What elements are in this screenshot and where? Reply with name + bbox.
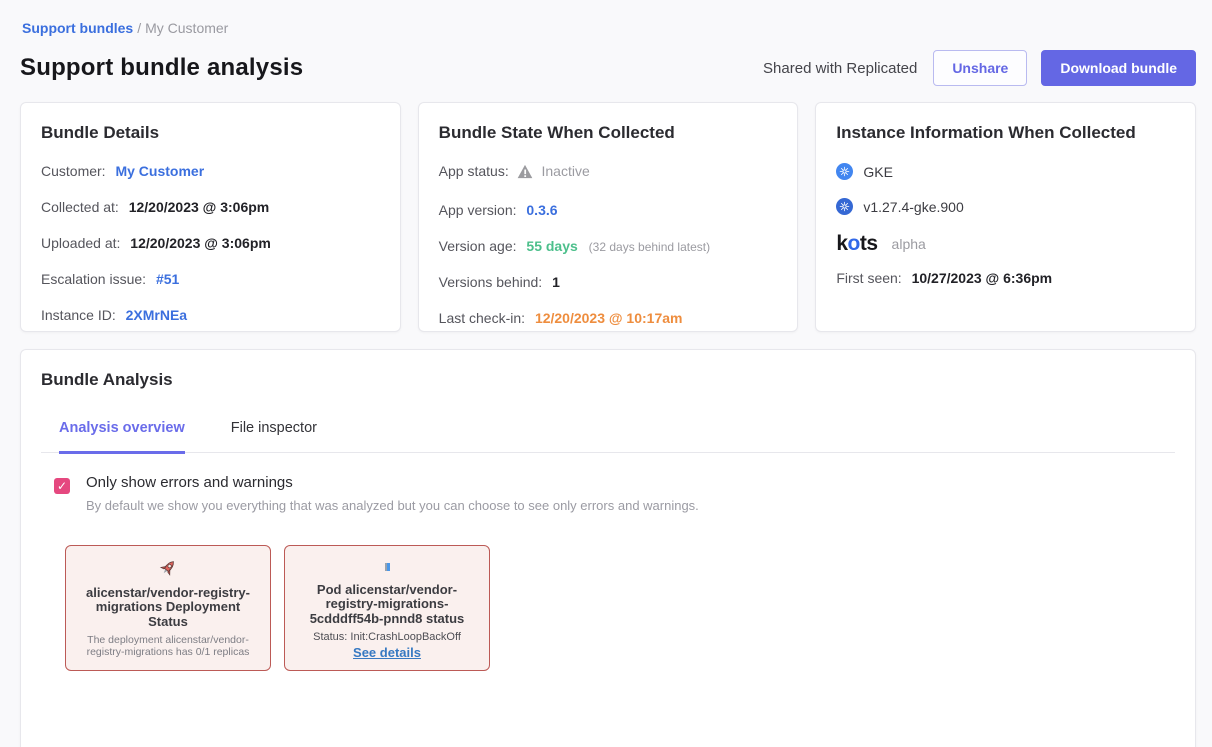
support-bundle-page: Support bundles/My Customer Support bund…: [0, 0, 1212, 747]
analysis-tabs: Analysis overview File inspector: [41, 420, 1175, 453]
filter-description: By default we show you everything that w…: [86, 498, 699, 513]
versions-behind-value: 1: [552, 274, 560, 290]
see-details-link[interactable]: See details: [353, 645, 421, 660]
bundle-state-title: Bundle State When Collected: [439, 123, 778, 143]
instance-info-title: Instance Information When Collected: [836, 123, 1175, 143]
page-title: Support bundle analysis: [20, 54, 303, 82]
k8s-version-row: v1.27.4-gke.900: [836, 198, 1175, 215]
page-header: Support bundle analysis Shared with Repl…: [20, 50, 1196, 86]
collected-at-value: 12/20/2023 @ 3:06pm: [129, 199, 270, 215]
last-checkin-row: Last check-in: 12/20/2023 @ 10:17am: [439, 310, 778, 326]
instance-id-link[interactable]: 2XMrNEa: [126, 307, 187, 323]
collected-at-label: Collected at:: [41, 199, 119, 215]
escalation-issue-label: Escalation issue:: [41, 271, 146, 287]
instance-id-row: Instance ID: 2XMrNEa: [41, 307, 380, 323]
filter-label: Only show errors and warnings: [86, 474, 699, 491]
warning-title: alicenstar/vendor-registry-migrations De…: [78, 586, 258, 629]
bundle-state-card: Bundle State When Collected App status: …: [418, 102, 799, 332]
unshare-button[interactable]: Unshare: [933, 50, 1027, 86]
breadcrumb-separator: /: [133, 20, 145, 36]
rocket-icon: [158, 556, 178, 580]
version-age-value: 55 days: [526, 238, 577, 254]
pod-status-warning-card: Pod alicenstar/vendor-registry-migration…: [284, 545, 490, 671]
app-status-label: App status:: [439, 163, 509, 179]
app-version-row: App version: 0.3.6: [439, 202, 778, 218]
breadcrumb-current: My Customer: [145, 20, 228, 36]
k8s-version-value: v1.27.4-gke.900: [863, 199, 963, 215]
version-age-label: Version age:: [439, 238, 517, 254]
gke-kubernetes-icon: [836, 163, 853, 180]
tab-analysis-overview[interactable]: Analysis overview: [59, 420, 185, 454]
first-seen-value: 10/27/2023 @ 6:36pm: [912, 270, 1053, 286]
app-status-value: Inactive: [542, 163, 590, 179]
escalation-issue-link[interactable]: #51: [156, 271, 179, 287]
app-status-row: App status: Inactive: [439, 163, 778, 182]
warning-description: The deployment alicenstar/vendor-registr…: [78, 634, 258, 658]
first-seen-label: First seen:: [836, 270, 901, 286]
bundle-analysis-card: Bundle Analysis Analysis overview File i…: [20, 349, 1196, 747]
distribution-row: GKE: [836, 163, 1175, 180]
errors-warnings-filter: ✓ Only show errors and warnings By defau…: [41, 474, 1175, 513]
download-bundle-button[interactable]: Download bundle: [1041, 50, 1196, 86]
distribution-value: GKE: [863, 164, 893, 180]
version-age-note: (32 days behind latest): [589, 240, 710, 254]
tab-file-inspector[interactable]: File inspector: [231, 420, 317, 452]
warning-icon: [517, 164, 533, 182]
instance-info-card: Instance Information When Collected GKE …: [815, 102, 1196, 332]
collected-at-row: Collected at: 12/20/2023 @ 3:06pm: [41, 199, 380, 215]
customer-link[interactable]: My Customer: [115, 163, 204, 179]
analysis-results-row: alicenstar/vendor-registry-migrations De…: [41, 545, 1175, 671]
kots-logo: kots: [836, 233, 877, 254]
last-checkin-label: Last check-in:: [439, 310, 525, 326]
customer-label: Customer:: [41, 163, 106, 179]
escalation-issue-row: Escalation issue: #51: [41, 271, 380, 287]
kubernetes-version-icon: [836, 198, 853, 215]
summary-cards-row: Bundle Details Customer: My Customer Col…: [20, 102, 1196, 332]
only-errors-checkbox[interactable]: ✓: [54, 478, 70, 494]
breadcrumb: Support bundles/My Customer: [22, 20, 1196, 36]
versions-behind-label: Versions behind:: [439, 274, 543, 290]
warning-status-text: Status: Init:CrashLoopBackOff: [313, 631, 461, 643]
last-checkin-value: 12/20/2023 @ 10:17am: [535, 310, 683, 326]
app-version-link[interactable]: 0.3.6: [526, 202, 557, 218]
uploaded-at-row: Uploaded at: 12/20/2023 @ 3:06pm: [41, 235, 380, 251]
versions-behind-row: Versions behind: 1: [439, 274, 778, 290]
version-age-row: Version age: 55 days (32 days behind lat…: [439, 238, 778, 254]
customer-row: Customer: My Customer: [41, 163, 380, 179]
uploaded-at-value: 12/20/2023 @ 3:06pm: [130, 235, 271, 251]
deployment-status-warning-card: alicenstar/vendor-registry-migrations De…: [65, 545, 271, 671]
bundle-details-card: Bundle Details Customer: My Customer Col…: [20, 102, 401, 332]
kots-channel: alpha: [892, 236, 926, 252]
instance-id-label: Instance ID:: [41, 307, 116, 323]
kots-row: kots alpha: [836, 233, 1175, 254]
header-actions: Shared with Replicated Unshare Download …: [763, 50, 1196, 86]
warning-title: Pod alicenstar/vendor-registry-migration…: [297, 583, 477, 626]
breadcrumb-support-bundles-link[interactable]: Support bundles: [22, 20, 133, 36]
shared-status-text: Shared with Replicated: [763, 60, 917, 77]
bundle-analysis-title: Bundle Analysis: [41, 370, 1175, 390]
first-seen-row: First seen: 10/27/2023 @ 6:36pm: [836, 270, 1175, 286]
bundle-details-title: Bundle Details: [41, 123, 380, 143]
uploaded-at-label: Uploaded at:: [41, 235, 120, 251]
app-version-label: App version:: [439, 202, 517, 218]
pod-icon: [385, 556, 390, 577]
